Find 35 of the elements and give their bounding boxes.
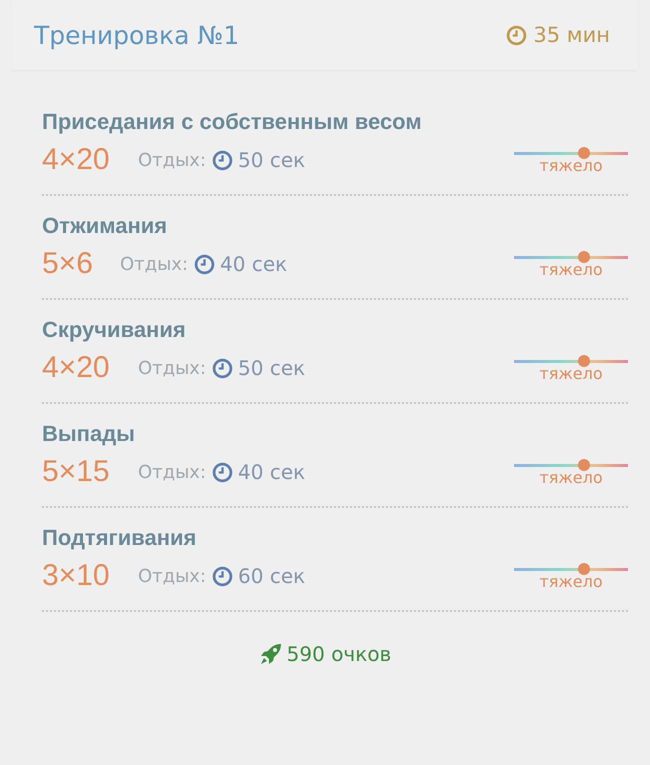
exercise-name: Приседания с собственным весом [42, 108, 423, 136]
sets-reps: 5×15 [42, 455, 111, 489]
difficulty-label: тяжело [539, 468, 603, 486]
difficulty-label: тяжело [539, 572, 603, 590]
clock-icon [212, 566, 234, 586]
clock-icon [212, 358, 234, 378]
points-text: 590 очков [286, 642, 392, 666]
rest-time: 40 сек [238, 460, 306, 484]
rest-label: Отдых: [138, 566, 206, 586]
rest-label: Отдых: [138, 150, 206, 170]
clock-icon [506, 24, 528, 46]
exercise-name: Подтягивания [42, 524, 198, 552]
rocket-icon [258, 642, 283, 666]
rest-label: Отдых: [120, 254, 188, 274]
sets-reps: 4×20 [42, 143, 111, 177]
exercise-name: Выпады [42, 420, 136, 448]
sets-reps: 5×6 [42, 247, 94, 281]
clock-icon [194, 254, 216, 274]
difficulty-label: тяжело [539, 260, 603, 278]
rest-time: 50 сек [238, 148, 306, 172]
rest-label: Отдых: [138, 462, 206, 482]
sets-reps: 4×20 [42, 351, 111, 385]
rest-time: 40 сек [220, 252, 288, 276]
duration-text: 35 мин [533, 23, 610, 47]
workout-title: Тренировка №1 [34, 20, 240, 50]
clock-icon [212, 462, 234, 482]
exercise-name: Скручивания [42, 316, 187, 344]
sets-reps: 3×10 [42, 559, 111, 593]
rest-label: Отдых: [138, 358, 206, 378]
rest-time: 50 сек [238, 356, 306, 380]
difficulty-label: тяжело [539, 364, 603, 382]
difficulty-label: тяжело [539, 156, 603, 174]
clock-icon [212, 150, 234, 170]
exercise-name: Отжимания [42, 212, 168, 240]
rest-time: 60 сек [238, 564, 306, 588]
